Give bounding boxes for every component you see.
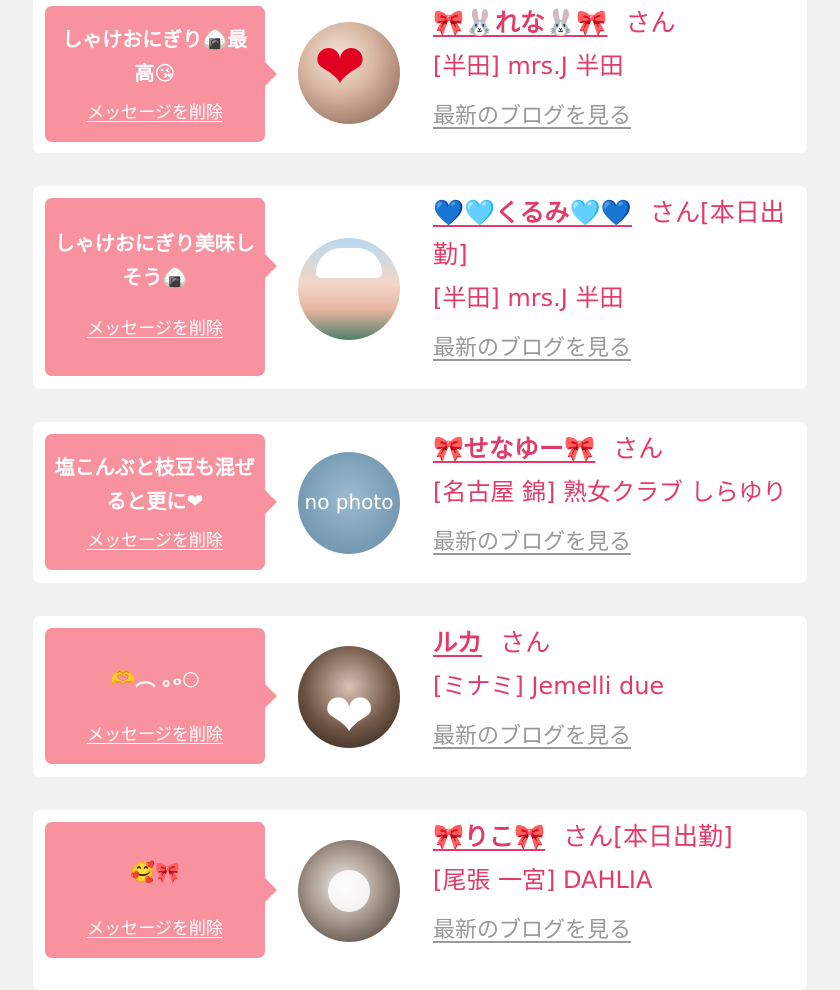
latest-blog-link[interactable]: 最新のブログを見る [433, 524, 631, 556]
white-heart-sticker-icon: ❤ [324, 681, 375, 748]
shop-name: [半田] mrs.J 半田 [433, 284, 624, 312]
avatar[interactable] [298, 238, 400, 340]
delete-message-link[interactable]: メッセージを削除 [87, 914, 223, 939]
message-text: 塩こんぶと枝豆も混ぜると更に❤ [55, 455, 255, 513]
honorific: さん [625, 8, 676, 37]
shop-name: [ミナミ] Jemelli due [433, 672, 665, 700]
message-bubble: しゃけおにぎり美味しそう🍙 メッセージを削除 [45, 198, 277, 376]
message-card: 🥰🎀 メッセージを削除 🎀りこ🎀 さん[本日出勤] [尾張 一宮] DAHLIA … [33, 810, 807, 990]
sender-info: 🎀りこ🎀 さん[本日出勤] [尾張 一宮] DAHLIA 最新のブログを見る [433, 816, 803, 944]
sender-info: 🎀せなゆー🎀 さん [名古屋 錦] 熟女クラブ しらゆり 最新のブログを見る [433, 428, 803, 556]
heart-sticker-icon: ❤ [314, 30, 366, 103]
message-text: 🫶︵ ｡ₒ○ [110, 666, 200, 690]
sender-name-link[interactable]: 🎀りこ🎀 [433, 822, 545, 851]
message-text: 🥰🎀 [130, 860, 180, 884]
message-card: しゃけおにぎり🍙最高😘 メッセージを削除 ❤ 🎀🐰れな🐰🎀 さん [半田] mrs… [33, 0, 807, 153]
message-bubble: 🥰🎀 メッセージを削除 [45, 822, 277, 958]
honorific: さん [613, 434, 664, 463]
message-bubble: しゃけおにぎり🍙最高😘 メッセージを削除 [45, 6, 277, 142]
avatar[interactable] [298, 840, 400, 942]
message-card: 🫶︵ ｡ₒ○ メッセージを削除 ❤ ルカ さん [ミナミ] Jemelli due… [33, 616, 807, 777]
sender-name-line: 🎀せなゆー🎀 さん [433, 428, 803, 470]
delete-message-link[interactable]: メッセージを削除 [87, 526, 223, 551]
sender-name-line: ルカ さん [433, 622, 803, 664]
blurred-face-icon [328, 870, 370, 912]
sender-info: ルカ さん [ミナミ] Jemelli due 最新のブログを見る [433, 622, 803, 750]
latest-blog-link[interactable]: 最新のブログを見る [433, 718, 631, 750]
sender-name-link[interactable]: 🎀🐰れな🐰🎀 [433, 8, 608, 37]
avatar[interactable]: ❤ [298, 22, 400, 124]
delete-message-link[interactable]: メッセージを削除 [87, 98, 223, 123]
shop-name: [尾張 一宮] DAHLIA [433, 866, 653, 894]
sender-name-line: 🎀🐰れな🐰🎀 さん [433, 2, 803, 44]
shop-name: [名古屋 錦] 熟女クラブ しらゆり [433, 478, 787, 506]
cap-shape-icon [316, 248, 382, 278]
sender-info: 💙🩵くるみ🩵💙 さん[本日出勤] [半田] mrs.J 半田 最新のブログを見る [433, 192, 803, 362]
sender-info: 🎀🐰れな🐰🎀 さん [半田] mrs.J 半田 最新のブログを見る [433, 2, 803, 130]
sender-name-line: 🎀りこ🎀 さん[本日出勤] [433, 816, 803, 858]
shop-name: [半田] mrs.J 半田 [433, 52, 624, 80]
latest-blog-link[interactable]: 最新のブログを見る [433, 912, 631, 944]
delete-message-link[interactable]: メッセージを削除 [87, 720, 223, 745]
avatar[interactable]: no photo [298, 452, 400, 554]
honorific: さん [500, 628, 551, 657]
sender-name-line: 💙🩵くるみ🩵💙 さん[本日出勤] [433, 192, 803, 276]
latest-blog-link[interactable]: 最新のブログを見る [433, 98, 631, 130]
latest-blog-link[interactable]: 最新のブログを見る [433, 330, 631, 362]
message-card: 塩こんぶと枝豆も混ぜると更に❤ メッセージを削除 no photo 🎀せなゆー🎀… [33, 422, 807, 583]
message-text: しゃけおにぎり🍙最高😘 [62, 27, 248, 85]
honorific: さん[本日出勤] [563, 822, 733, 851]
no-photo-label: no photo [304, 490, 394, 514]
sender-name-link[interactable]: 💙🩵くるみ🩵💙 [433, 198, 632, 227]
message-bubble: 🫶︵ ｡ₒ○ メッセージを削除 [45, 628, 277, 764]
message-text: しゃけおにぎり美味しそう🍙 [55, 231, 255, 289]
sender-name-link[interactable]: ルカ [433, 628, 482, 657]
avatar[interactable]: ❤ [298, 646, 400, 748]
sender-name-link[interactable]: 🎀せなゆー🎀 [433, 434, 595, 463]
message-card: しゃけおにぎり美味しそう🍙 メッセージを削除 💙🩵くるみ🩵💙 さん[本日出勤] [… [33, 186, 807, 389]
delete-message-link[interactable]: メッセージを削除 [87, 314, 223, 339]
message-bubble: 塩こんぶと枝豆も混ぜると更に❤ メッセージを削除 [45, 434, 277, 570]
